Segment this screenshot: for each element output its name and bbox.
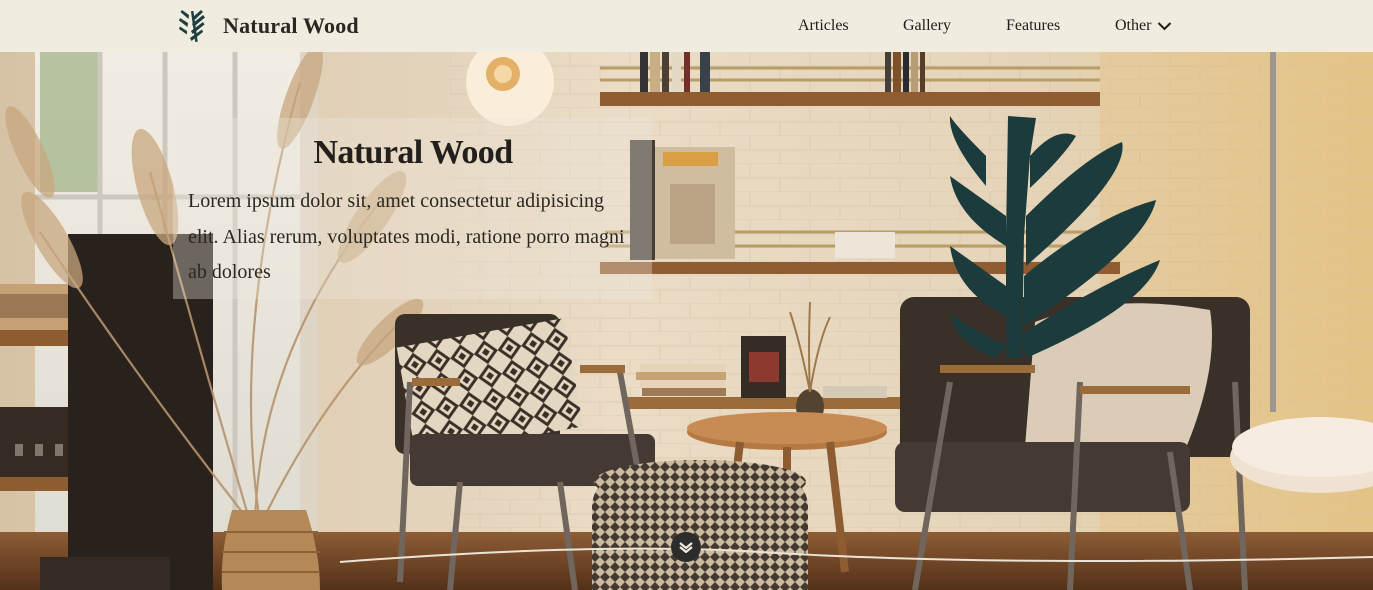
- nav-dropdown-label: Other: [1115, 17, 1152, 34]
- nav-link-features[interactable]: Features: [1006, 16, 1060, 36]
- hero-description: Lorem ipsum dolor sit, amet consectetur …: [188, 190, 625, 283]
- nav-link-articles[interactable]: Articles: [798, 16, 849, 36]
- nav-dropdown-other[interactable]: Other: [1115, 16, 1172, 36]
- nav-link-gallery[interactable]: Gallery: [903, 16, 951, 36]
- leaf-icon: [949, 116, 1160, 358]
- hero-title: Natural Wood: [313, 134, 513, 171]
- hero-text-panel: Natural Wood Lorem ipsum dolor sit, amet…: [173, 118, 652, 299]
- brand-name: Natural Wood: [223, 13, 359, 38]
- brand-logo-link[interactable]: Natural Wood: [179, 9, 359, 43]
- chevron-down-icon: [679, 542, 693, 553]
- hero-section: Natural Wood Lorem ipsum dolor sit, amet…: [0, 52, 1373, 590]
- chevron-down-icon: [1158, 22, 1172, 31]
- scroll-down-button[interactable]: [671, 532, 701, 562]
- leaf-icon: [179, 10, 205, 42]
- top-nav-bar: Natural Wood Articles Gallery Features O…: [0, 0, 1373, 52]
